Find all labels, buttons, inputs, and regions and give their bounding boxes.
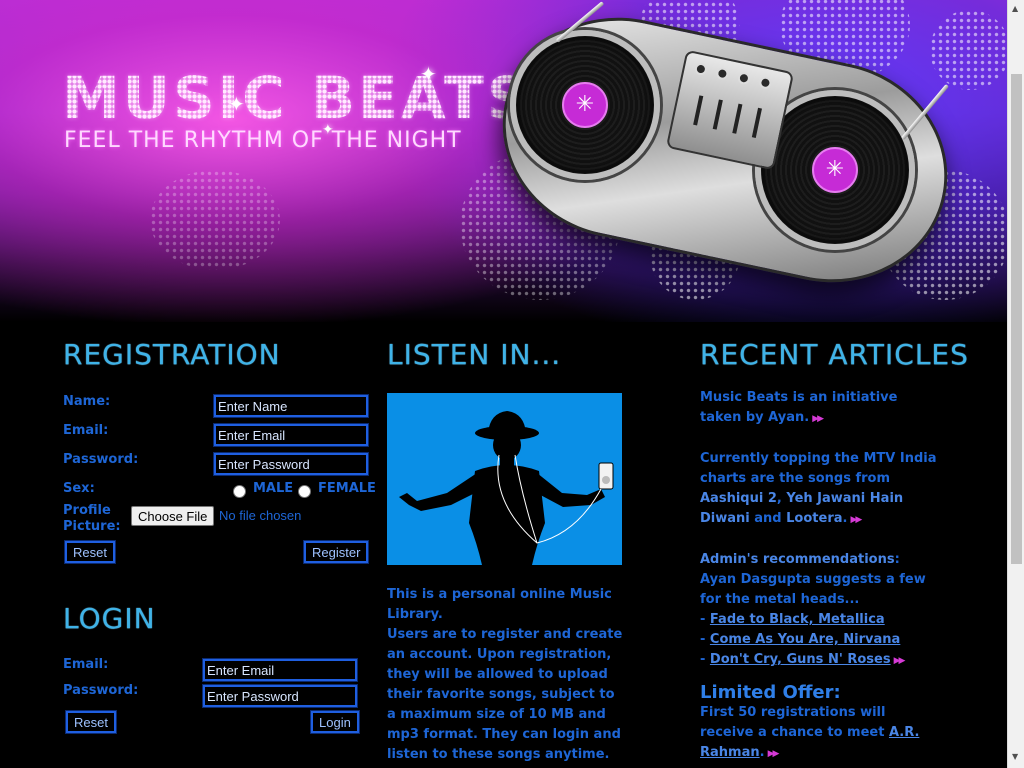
article-2-end: .	[842, 511, 848, 526]
decorative-dots	[150, 170, 280, 270]
male-radio[interactable]	[233, 485, 246, 498]
scroll-down-icon[interactable]: ▼	[1012, 752, 1018, 761]
rec-2-link[interactable]: Come As You Are, Nirvana	[710, 632, 900, 647]
offer-text: First 50 registrations will receive a ch…	[700, 705, 889, 740]
limited-offer-title: Limited Offer:	[700, 682, 841, 703]
profile-picture-label-2: Picture:	[63, 519, 121, 534]
vertical-scrollbar[interactable]: ▲ ▼	[1007, 0, 1024, 768]
fader-icon	[732, 103, 743, 134]
login-button[interactable]: Login	[310, 710, 360, 734]
listener-silhouette-icon	[399, 411, 614, 565]
registration-heading: REGISTRATION	[63, 338, 281, 371]
article-1-text: Music Beats is an initiative taken by Ay…	[700, 390, 898, 425]
knob-icon	[758, 75, 773, 90]
rec-2-dash: -	[700, 632, 710, 647]
fader-icon	[693, 95, 704, 126]
email-input[interactable]	[213, 423, 369, 447]
email-label: Email:	[63, 423, 109, 438]
listener-silhouette-image	[387, 393, 622, 565]
name-label: Name:	[63, 394, 111, 409]
recent-articles-heading: RECENT ARTICLES	[700, 338, 969, 371]
login-heading: LOGIN	[63, 602, 156, 635]
registration-reset-button[interactable]: Reset	[64, 540, 116, 564]
listen-in-heading: LISTEN IN...	[387, 338, 562, 371]
double-arrow-icon[interactable]: ▶▶	[812, 414, 824, 424]
sparkle-icon: ✦	[420, 62, 437, 86]
sparkle-icon: ✦	[228, 92, 245, 116]
listen-in-text-2: Users are to register and create an acco…	[387, 627, 623, 762]
site-title: MUSIC BEATS	[62, 64, 532, 132]
knob-icon	[715, 66, 730, 81]
rec-1-link[interactable]: Fade to Black, Metallica	[710, 612, 885, 627]
listen-in-text-1: This is a personal online Music Library.	[387, 587, 612, 622]
site-tagline: FEEL THE RHYTHM OF THE NIGHT	[64, 128, 462, 153]
limited-offer-text: First 50 registrations will receive a ch…	[700, 703, 940, 764]
song-lootera: Lootera	[786, 511, 843, 526]
fader-icon	[712, 99, 723, 130]
double-arrow-icon[interactable]: ▶▶	[768, 749, 780, 759]
song-aashiqui-2: Aashiqui 2	[700, 491, 777, 506]
double-arrow-icon[interactable]: ▶▶	[850, 515, 862, 525]
profile-picture-label: Profile	[63, 503, 111, 518]
listen-in-description: This is a personal online Music Library.…	[387, 585, 627, 765]
scroll-up-icon[interactable]: ▲	[1012, 4, 1018, 13]
header-banner: MUSIC BEATS MUSIC BEATS FEEL THE RHYTHM …	[0, 0, 1007, 322]
login-reset-button[interactable]: Reset	[65, 710, 117, 734]
login-password-input[interactable]	[202, 684, 358, 708]
article-2-text: Currently topping the MTV India charts a…	[700, 451, 937, 486]
sex-label: Sex:	[63, 481, 95, 496]
turntable-graphic	[482, 0, 968, 305]
register-button[interactable]: Register	[302, 540, 370, 564]
female-radio[interactable]	[298, 485, 311, 498]
male-label: MALE	[253, 481, 294, 496]
scrollbar-thumb[interactable]	[1011, 74, 1022, 564]
knob-icon	[736, 71, 752, 86]
article-2-and: and	[749, 511, 787, 526]
sparkle-icon: ✦	[322, 122, 334, 138]
recommendations-title: Admin's recommendations	[700, 552, 895, 567]
right-record-label-icon	[812, 147, 858, 193]
female-label: FEMALE	[318, 481, 376, 496]
knob-icon	[693, 61, 708, 77]
no-file-chosen-text: No file chosen	[219, 508, 302, 523]
article-1: Music Beats is an initiative taken by Ay…	[700, 388, 940, 429]
name-input[interactable]	[213, 394, 369, 418]
article-2: Currently topping the MTV India charts a…	[700, 449, 940, 530]
rec-1-dash: -	[700, 612, 710, 627]
choose-file-button[interactable]: Choose File	[131, 506, 215, 526]
left-record-label-icon	[562, 82, 608, 128]
recent-articles-list: Music Beats is an initiative taken by Ay…	[700, 388, 940, 764]
password-label: Password:	[63, 452, 139, 467]
login-password-label: Password:	[63, 683, 139, 698]
fader-icon	[751, 107, 762, 138]
password-input[interactable]	[213, 452, 369, 476]
article-3: Admin's recommendations: Ayan Dasgupta s…	[700, 550, 940, 671]
login-email-label: Email:	[63, 657, 109, 672]
article-2-separator: ,	[776, 491, 787, 506]
login-email-input[interactable]	[202, 658, 358, 682]
rec-3-link[interactable]: Don't Cry, Guns N' Roses	[710, 652, 891, 667]
offer-end: .	[759, 745, 765, 760]
page: MUSIC BEATS MUSIC BEATS FEEL THE RHYTHM …	[0, 0, 1024, 768]
double-arrow-icon[interactable]: ▶▶	[894, 656, 906, 666]
rec-3-dash: -	[700, 652, 710, 667]
